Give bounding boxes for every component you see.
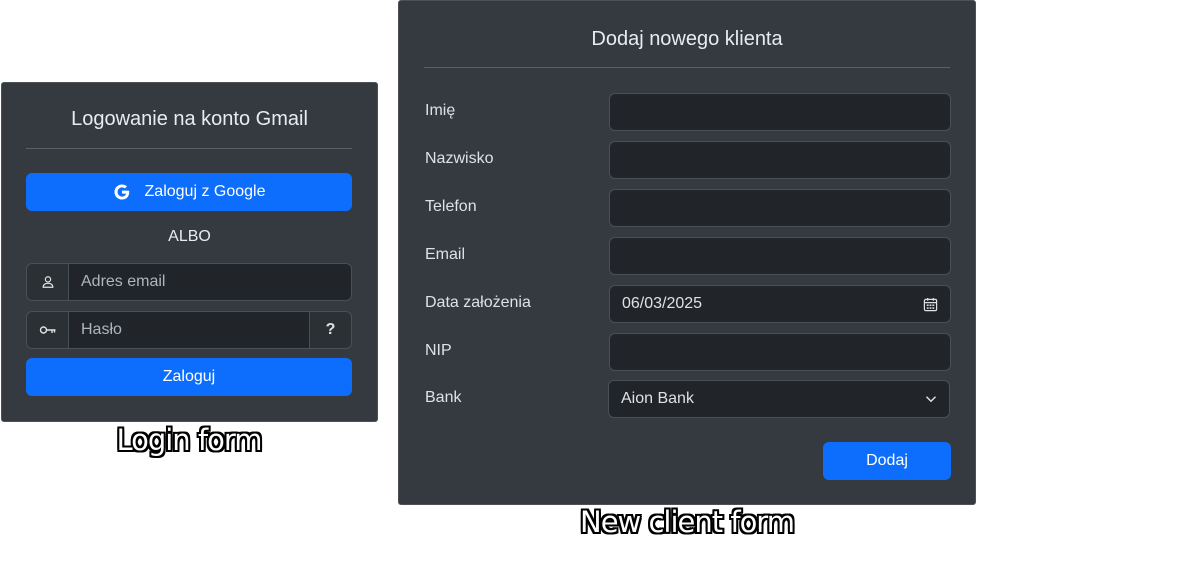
login-submit-button[interactable]: Zaloguj	[26, 358, 352, 396]
email-label: Email	[425, 246, 466, 263]
google-login-button[interactable]: Zaloguj z Google	[26, 173, 352, 211]
calendar-icon[interactable]	[923, 297, 938, 312]
client-email-input[interactable]	[609, 237, 951, 275]
login-form-caption: Login form	[116, 423, 262, 457]
password-input-group: ?	[26, 311, 352, 349]
login-title-divider	[26, 148, 352, 149]
nip-input[interactable]	[609, 333, 951, 371]
bank-label: Bank	[425, 389, 462, 406]
last-name-input[interactable]	[609, 141, 951, 179]
google-icon	[114, 184, 129, 200]
phone-label: Telefon	[425, 198, 477, 215]
client-form-title: Dodaj nowego klienta	[591, 28, 783, 50]
google-login-label: Zaloguj z Google	[144, 183, 266, 200]
password-help-button[interactable]: ?	[310, 311, 352, 349]
first-name-input[interactable]	[609, 93, 951, 131]
person-icon	[26, 263, 68, 301]
login-form-title: Logowanie na konto Gmail	[71, 108, 308, 130]
bank-selected-value: Aion Bank	[621, 390, 694, 407]
add-client-button[interactable]: Dodaj	[823, 442, 951, 480]
email-input-group	[26, 263, 352, 301]
created-date-input[interactable]: 06/03/2025	[609, 285, 951, 323]
first-name-label: Imię	[425, 102, 456, 119]
or-separator: ALBO	[168, 228, 211, 245]
created-date-label: Data założenia	[425, 294, 531, 311]
phone-input[interactable]	[609, 189, 951, 227]
client-form-caption: New client form	[580, 505, 795, 539]
password-input[interactable]	[68, 311, 310, 349]
login-form-panel: Logowanie na konto Gmail Zaloguj z Googl…	[1, 82, 378, 422]
new-client-form-panel: Dodaj nowego klienta Imię Nazwisko Telef…	[398, 0, 976, 505]
key-icon	[26, 311, 68, 349]
email-input[interactable]	[68, 263, 352, 301]
created-date-value: 06/03/2025	[622, 295, 703, 312]
chevron-down-icon	[925, 396, 937, 403]
client-title-divider	[424, 67, 950, 68]
last-name-label: Nazwisko	[425, 150, 494, 167]
nip-label: NIP	[425, 342, 452, 359]
bank-select[interactable]: Aion Bank	[608, 380, 950, 418]
